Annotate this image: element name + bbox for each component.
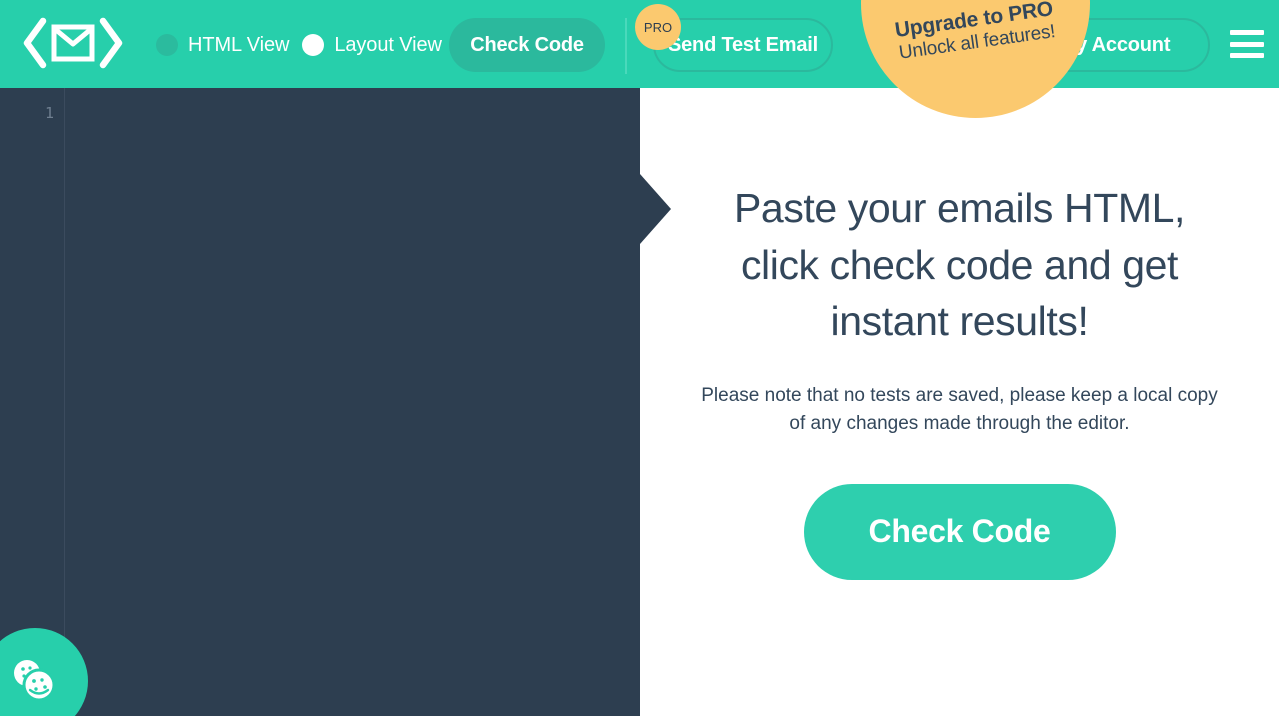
page-title: Paste your emails HTML, click check code… <box>733 185 1186 345</box>
intro-panel: Paste your emails HTML, click check code… <box>640 88 1279 716</box>
radio-layout-view-label: Layout View <box>334 33 442 56</box>
page-subtext: Please note that no tests are saved, ple… <box>701 384 1218 434</box>
envelope-logo-icon[interactable] <box>18 14 128 72</box>
radio-layout-view[interactable]: Layout View <box>302 34 442 57</box>
radio-dot-icon[interactable] <box>156 34 178 56</box>
hamburger-menu-icon[interactable] <box>1230 30 1264 58</box>
radio-html-view-label: HTML View <box>188 33 290 56</box>
header-divider <box>625 18 627 74</box>
header-check-code-button[interactable]: Check Code <box>449 18 605 72</box>
editor-code-input[interactable] <box>66 88 640 716</box>
radio-dot-icon[interactable] <box>302 34 325 56</box>
editor-gutter: 1 <box>0 88 65 716</box>
app-root: 1 Paste your emails HTML, click check co… <box>0 0 1279 716</box>
code-editor-pane[interactable]: 1 <box>0 88 640 716</box>
view-mode-radio-group: HTML View Layout View <box>156 30 442 60</box>
editor-line-number: 1 <box>44 104 54 122</box>
panel-arrow-pointer <box>640 174 671 244</box>
check-code-button[interactable]: Check Code <box>803 483 1116 580</box>
radio-html-view[interactable]: HTML View <box>156 34 289 57</box>
pro-badge[interactable]: PRO <box>635 4 681 50</box>
cookie-consent-icon <box>14 660 56 702</box>
